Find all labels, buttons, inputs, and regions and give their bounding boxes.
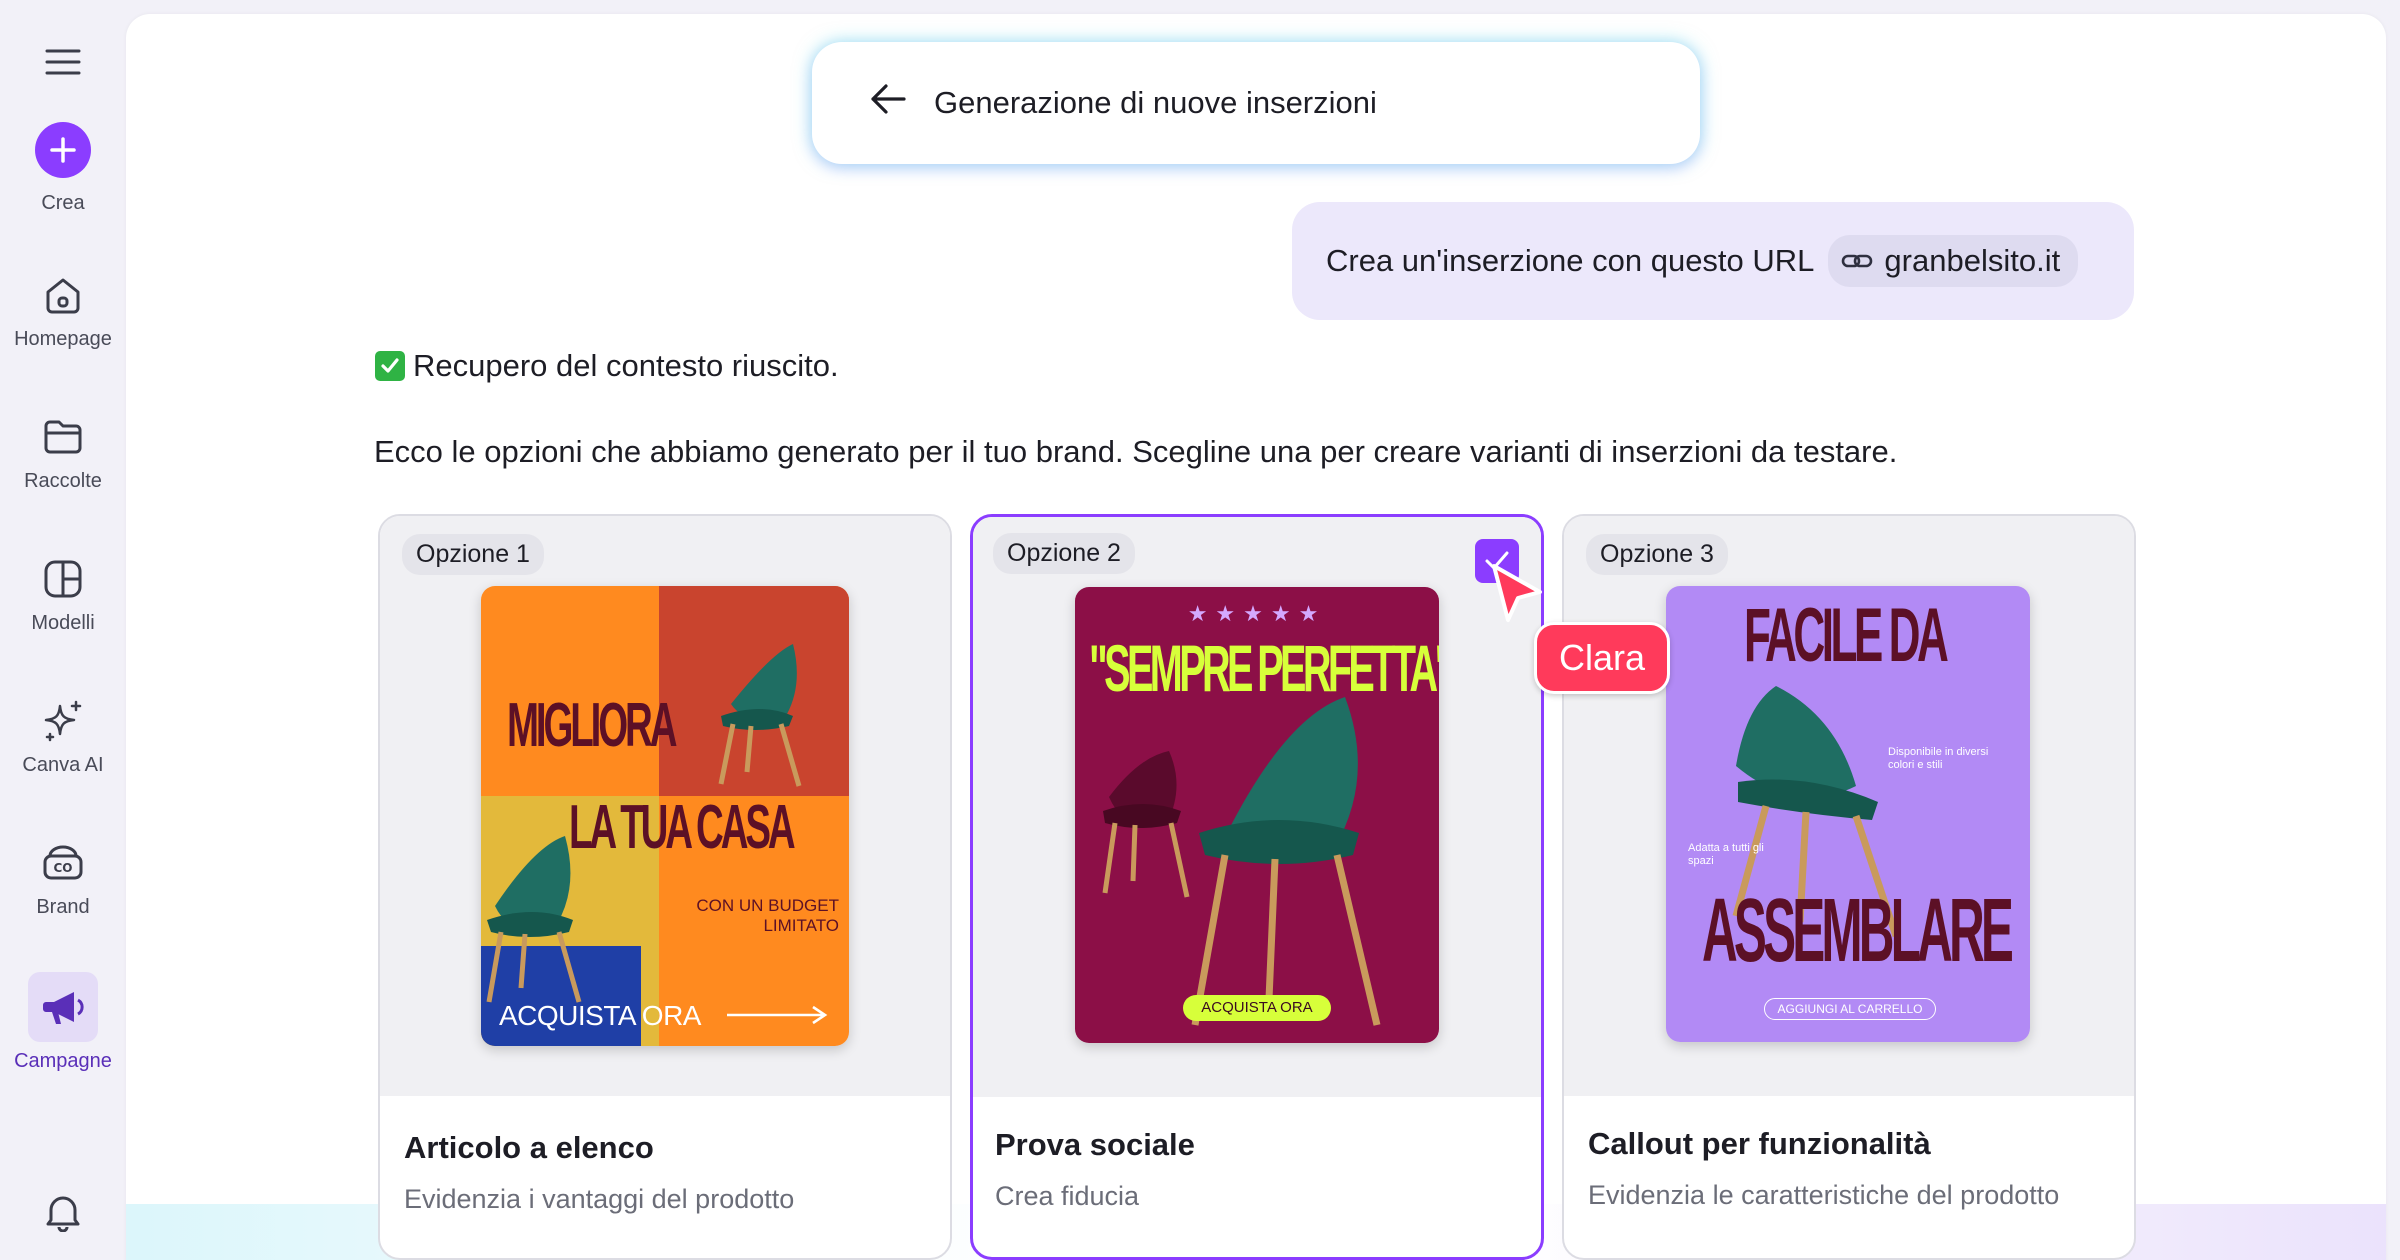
ad-headline-1: MIGLIORA bbox=[507, 691, 677, 760]
rating-stars: ★★★★★ bbox=[1187, 601, 1327, 626]
ad-cta: AGGIUNGI AL CARRELLO bbox=[1764, 998, 1936, 1020]
ad-quote: "SEMPRE PERFETTA" bbox=[1089, 631, 1439, 705]
folder-icon bbox=[44, 420, 82, 454]
sidebar-item-label: Homepage bbox=[14, 328, 112, 350]
create-button[interactable]: Crea bbox=[0, 122, 126, 215]
option-title: Callout per funzionalità bbox=[1588, 1126, 1931, 1161]
ad-cta: ACQUISTA ORA bbox=[499, 1000, 701, 1031]
sidebar-item-brand[interactable]: CO Brand bbox=[0, 840, 126, 919]
ad-headline-2: LA TUA CASA bbox=[569, 793, 796, 862]
menu-icon[interactable] bbox=[45, 48, 81, 81]
url-chip-label: granbelsito.it bbox=[1884, 243, 2061, 278]
sidebar-item-label: Campagne bbox=[14, 1050, 112, 1072]
home-icon bbox=[46, 278, 80, 314]
page-title: Generazione di nuove inserzioni bbox=[934, 85, 1377, 120]
card-preview-area: Opzione 1 MIGLIORA LA TUA CASA CON UN BU… bbox=[380, 516, 950, 1096]
sidebar-item-label: Canva AI bbox=[22, 754, 104, 776]
option-subtitle: Evidenzia i vantaggi del prodotto bbox=[404, 1184, 795, 1214]
sparkles-icon bbox=[44, 700, 82, 742]
create-label: Crea bbox=[41, 192, 85, 214]
sidebar-item-canva-ai[interactable]: Canva AI bbox=[0, 698, 126, 777]
sidebar-item-label: Modelli bbox=[31, 612, 95, 634]
templates-icon bbox=[44, 560, 82, 598]
card-preview-area: Opzione 2 ★★★★★ "SEMPRE PERFETTA" ACQUIS… bbox=[973, 517, 1541, 1097]
intro-text: Ecco le opzioni che abbiamo generato per… bbox=[374, 434, 1898, 469]
user-message-bubble: Crea un'inserzione con questo URL granbe… bbox=[1292, 202, 2134, 320]
card-preview-area: Opzione 3 FACILE DA ASSEMBLARE Disponibi… bbox=[1564, 516, 2134, 1096]
ad-subline: CON UN BUDGET LIMITATO bbox=[696, 896, 839, 935]
svg-text:CO: CO bbox=[53, 861, 72, 875]
sidebar-item-homepage[interactable]: Homepage bbox=[0, 272, 126, 351]
ad-note-2: Adatta a tutti gli spazi bbox=[1688, 842, 1764, 867]
ad-preview-image: ★★★★★ "SEMPRE PERFETTA" ACQUISTA ORA bbox=[1075, 587, 1439, 1043]
sidebar-item-campagne[interactable]: Campagne bbox=[0, 972, 126, 1073]
header-bar: Generazione di nuove inserzioni bbox=[812, 42, 1700, 164]
check-mark-icon bbox=[375, 351, 405, 381]
option-card-2[interactable]: Opzione 2 ★★★★★ "SEMPRE PERFETTA" ACQUIS… bbox=[970, 514, 1544, 1260]
option-tag: Opzione 2 bbox=[993, 533, 1135, 574]
sidebar-item-raccolte[interactable]: Raccolte bbox=[0, 414, 126, 493]
ad-note-1: Disponibile in diversi colori e stili bbox=[1888, 746, 1989, 771]
option-title: Articolo a elenco bbox=[404, 1130, 654, 1165]
megaphone-icon bbox=[28, 972, 98, 1042]
link-icon bbox=[1842, 254, 1873, 268]
plus-icon bbox=[35, 122, 91, 178]
bell-icon[interactable] bbox=[45, 1192, 81, 1237]
ad-headline-1: FACILE DA bbox=[1744, 593, 1949, 678]
main-panel: Generazione di nuove inserzioni Crea un'… bbox=[126, 14, 2386, 1260]
sidebar-item-modelli[interactable]: Modelli bbox=[0, 556, 126, 635]
ad-cta: ACQUISTA ORA bbox=[1183, 995, 1331, 1021]
back-arrow-icon[interactable] bbox=[868, 82, 908, 124]
brand-icon: CO bbox=[43, 845, 83, 880]
option-title: Prova sociale bbox=[995, 1127, 1195, 1162]
option-tag: Opzione 1 bbox=[402, 534, 544, 575]
user-message-text: Crea un'inserzione con questo URL bbox=[1326, 243, 1815, 278]
sidebar: Crea Homepage Raccolte Modelli Canva AI … bbox=[0, 0, 126, 1260]
option-subtitle: Crea fiducia bbox=[995, 1181, 1140, 1211]
ad-headline-2: ASSEMBLARE bbox=[1702, 881, 2014, 981]
sidebar-item-label: Raccolte bbox=[24, 470, 102, 492]
collaborator-cursor-icon bbox=[1492, 564, 1542, 622]
sidebar-item-label: Brand bbox=[36, 896, 90, 918]
option-card-1[interactable]: Opzione 1 MIGLIORA LA TUA CASA CON UN BU… bbox=[378, 514, 952, 1260]
collaborator-name-tag: Clara bbox=[1534, 622, 1671, 694]
status-text: Recupero del contesto riuscito. bbox=[413, 348, 839, 383]
url-chip[interactable]: granbelsito.it bbox=[1828, 235, 2079, 287]
arrow-right-icon bbox=[727, 1005, 828, 1025]
ad-preview-image: MIGLIORA LA TUA CASA CON UN BUDGET LIMIT… bbox=[481, 586, 849, 1046]
ad-preview-image: FACILE DA ASSEMBLARE Disponibile in dive… bbox=[1666, 586, 2030, 1042]
status-message: Recupero del contesto riuscito. bbox=[375, 348, 839, 384]
option-subtitle: Evidenzia le caratteristiche del prodott… bbox=[1588, 1180, 2060, 1210]
option-tag: Opzione 3 bbox=[1586, 534, 1728, 575]
